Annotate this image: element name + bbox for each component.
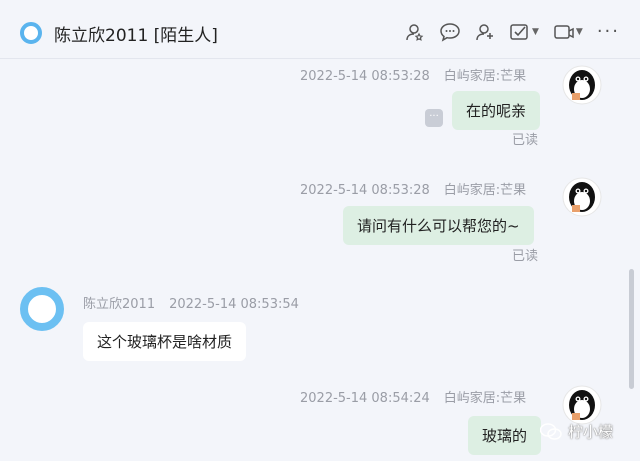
chevron-down-icon[interactable]: ▼	[576, 27, 583, 37]
read-status: 已读	[512, 133, 539, 148]
message-bubble[interactable]: 在的呢亲	[452, 91, 541, 130]
avatar[interactable]	[562, 65, 602, 105]
chevron-down-icon[interactable]: ▼	[532, 27, 539, 37]
watermark: 柠小檬	[540, 421, 613, 442]
message-meta: 2022-5-14 08:53:28 白屿家居:芒果	[300, 179, 526, 198]
message-more-icon[interactable]: ···	[425, 109, 443, 127]
add-friend-icon	[476, 24, 493, 41]
chat-button[interactable]	[439, 22, 461, 42]
message-sender: 白屿家居:芒果	[443, 183, 527, 198]
message-time: 2022-5-14 08:54:24	[300, 391, 430, 406]
add-friend-button[interactable]	[475, 22, 495, 42]
chat-title: 陈立欣2011 [陌生人]	[54, 26, 218, 46]
more-button[interactable]: ···	[597, 23, 620, 41]
message-time: 2022-5-14 08:53:28	[300, 69, 430, 84]
avatar[interactable]	[562, 385, 602, 425]
penguin-avatar-icon	[562, 65, 602, 105]
more-icon: ···	[596, 21, 620, 42]
penguin-avatar-icon	[562, 177, 602, 217]
message-bubble[interactable]: 玻璃的	[468, 416, 542, 455]
message-bubble[interactable]: 请问有什么可以帮您的~	[343, 206, 534, 245]
message-time: 2022-5-14 08:53:28	[300, 183, 430, 198]
message-list[interactable]: 2022-5-14 08:53:28 白屿家居:芒果 ··· 在的呢亲 已读 20…	[0, 59, 640, 461]
message-sender: 白屿家居:芒果	[443, 69, 527, 84]
video-call-button[interactable]: ▼	[553, 22, 583, 42]
scrollbar[interactable]	[629, 269, 634, 389]
video-call-icon	[554, 25, 574, 39]
penguin-avatar-icon	[562, 385, 602, 425]
message-meta: 陈立欣2011 2022-5-14 08:53:54	[83, 293, 299, 312]
message-meta: 2022-5-14 08:53:28 白屿家居:芒果	[300, 65, 526, 84]
message-sender: 陈立欣2011	[83, 297, 156, 312]
task-button[interactable]: ▼	[509, 22, 539, 42]
header-toolbar: ▼ ▼ ···	[405, 22, 620, 42]
chat-bubble-icon	[440, 23, 460, 42]
add-contact-icon	[406, 24, 424, 41]
message-sender: 白屿家居:芒果	[443, 391, 527, 406]
avatar[interactable]	[20, 287, 64, 331]
chat-header: 陈立欣2011 [陌生人] ▼ ▼ ···	[0, 0, 640, 59]
avatar[interactable]	[562, 177, 602, 217]
read-status: 已读	[512, 249, 539, 264]
message-meta: 2022-5-14 08:54:24 白屿家居:芒果	[300, 387, 526, 406]
wechat-logo-icon	[540, 422, 562, 440]
add-contact-button[interactable]	[405, 22, 425, 42]
watermark-text: 柠小檬	[568, 423, 614, 441]
message-time: 2022-5-14 08:53:54	[169, 297, 299, 312]
task-check-icon	[510, 24, 528, 40]
message-bubble[interactable]: 这个玻璃杯是啥材质	[83, 322, 247, 361]
contact-avatar[interactable]	[20, 22, 42, 44]
